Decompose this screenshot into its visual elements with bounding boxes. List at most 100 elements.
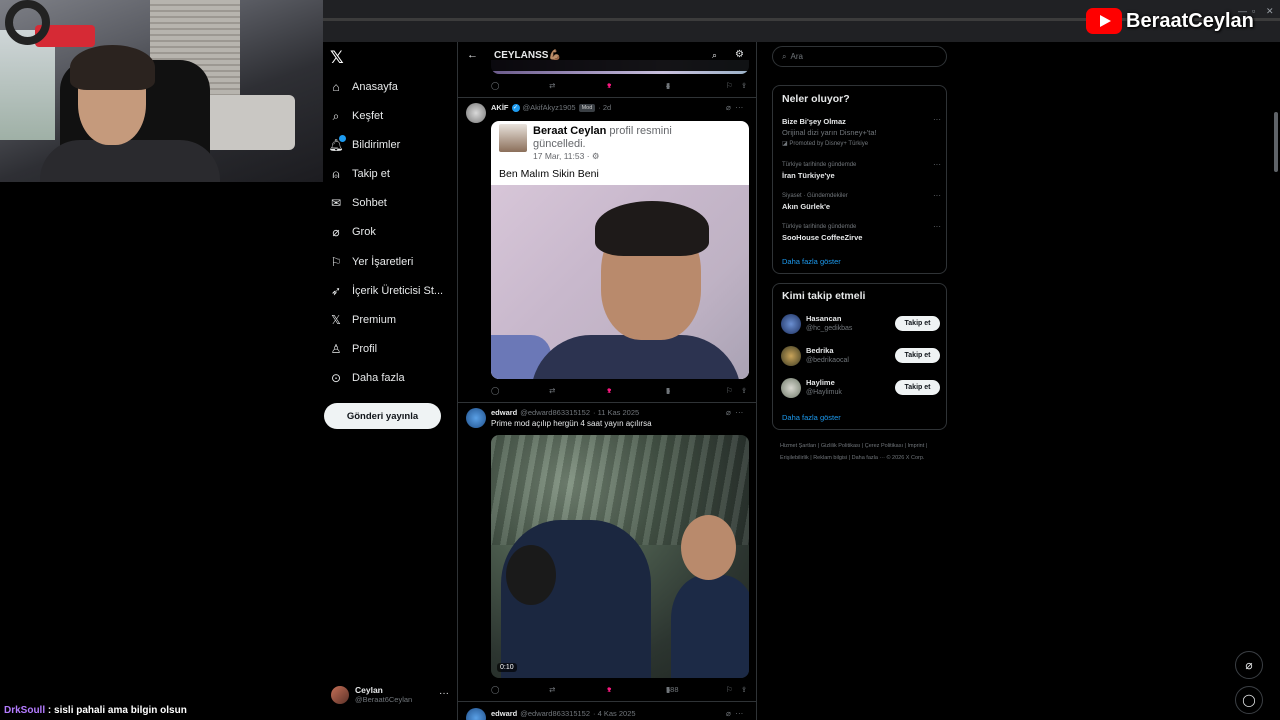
trends-panel: Neler oluyor? Bize Bi'şey Olmaz Orijinal… <box>772 85 947 274</box>
grok-icon: ⌀ <box>332 225 340 239</box>
x-logo-icon[interactable]: 𝕏 <box>330 48 344 68</box>
suggested-user-handle[interactable]: @hc_gedikbas <box>806 325 852 332</box>
avatar[interactable] <box>781 346 801 366</box>
retweet-icon[interactable]: ⇄ <box>549 386 555 395</box>
bookmark-icon[interactable]: ⚐ <box>726 685 733 694</box>
follow-button[interactable]: Takip et <box>895 316 940 331</box>
tweet-time[interactable]: · 11 Kas 2025 <box>593 408 639 417</box>
more-dots-icon[interactable]: ··· <box>735 408 743 417</box>
sidebar-item-home[interactable]: ⌂ Anasayfa <box>329 76 398 98</box>
trend-title[interactable]: SooHouse CoffeeZirve <box>782 233 862 242</box>
bookmark-icon[interactable]: ⚐ <box>726 81 733 90</box>
back-arrow-icon[interactable]: ← <box>467 49 478 61</box>
quoted-image[interactable]: Beraat Ceylan profil resmini güncelledi.… <box>491 121 749 379</box>
search-input[interactable]: ⌕ Ara <box>772 46 947 67</box>
more-dots-icon[interactable]: ··· <box>933 222 941 231</box>
sidebar-item-creator-studio[interactable]: ➶ İçerik Üreticisi St... <box>329 280 443 302</box>
webcam-overlay <box>0 0 323 182</box>
avatar[interactable] <box>781 378 801 398</box>
sidebar-item-bookmarks[interactable]: ⚐ Yer İşaretleri <box>329 251 414 273</box>
more-dots-icon[interactable]: ··· <box>439 688 449 699</box>
sidebar-item-grok[interactable]: ⌀ Grok <box>329 221 375 243</box>
search-icon[interactable]: ⌕ <box>712 50 717 61</box>
grok-fab[interactable]: ⌀ <box>1235 651 1263 679</box>
quoted-avatar <box>499 124 527 152</box>
share-icon[interactable]: ⇪ <box>741 386 747 395</box>
suggested-user-name[interactable]: Bedrika <box>806 346 834 355</box>
grok-icon[interactable]: ⌀ <box>726 103 731 112</box>
sidebar-item-premium[interactable]: 𝕏 Premium <box>329 309 396 331</box>
account-switcher[interactable]: Ceylan @Beraat6Ceylan <box>331 685 412 704</box>
trend-title[interactable]: Bize Bi'şey Olmaz <box>782 117 846 126</box>
grok-icon[interactable]: ⌀ <box>726 408 731 417</box>
more-dots-icon[interactable]: ··· <box>735 103 743 112</box>
stream-chat-message: DrkSoull : sisli pahali ama bilgin olsun <box>4 705 187 716</box>
suggested-user-name[interactable]: Hasancan <box>806 314 841 323</box>
divider <box>458 402 756 403</box>
avatar[interactable] <box>466 408 486 428</box>
tweet-header: edward @edward863315152 · 4 Kas 2025 <box>491 709 636 718</box>
author-handle[interactable]: @AkifAkyz1905 <box>523 103 576 112</box>
bell-icon: 🔔︎ <box>328 135 346 152</box>
follow-button[interactable]: Takip et <box>895 348 940 363</box>
author-name[interactable]: AKİF <box>491 103 509 112</box>
sidebar-item-label: Premium <box>352 314 397 326</box>
author-handle[interactable]: @edward863315152 <box>520 408 590 417</box>
author-name[interactable]: edward <box>491 408 517 417</box>
account-name: Ceylan <box>355 685 383 695</box>
avatar <box>331 685 349 704</box>
post-button[interactable]: Gönderi yayınla <box>324 403 441 429</box>
author-handle[interactable]: @edward863315152 <box>520 709 590 718</box>
photo-hair <box>595 201 709 256</box>
more-dots-icon[interactable]: ··· <box>933 115 941 124</box>
share-icon[interactable]: ⇪ <box>741 81 747 90</box>
sidebar-item-follow[interactable]: ⍝ Takip et <box>329 163 390 185</box>
avatar[interactable] <box>781 314 801 334</box>
trend-title[interactable]: İran Türkiye'ye <box>782 171 835 180</box>
messages-fab[interactable]: ◯ <box>1235 686 1263 714</box>
suggested-user-name[interactable]: Haylime <box>806 378 835 387</box>
share-icon[interactable]: ⇪ <box>741 685 747 694</box>
quoted-name: Beraat Ceylan <box>533 125 607 137</box>
more-dots-icon[interactable]: ··· <box>933 160 941 169</box>
avatar[interactable] <box>466 708 486 720</box>
gear-icon[interactable]: ⚙ <box>735 49 744 60</box>
retweet-icon[interactable]: ⇄ <box>549 685 555 694</box>
suggested-user-handle[interactable]: @bedrikaocal <box>806 357 849 364</box>
avatar[interactable] <box>466 103 486 123</box>
sidebar-item-notifications[interactable]: 🔔︎ Bildirimler <box>328 134 400 156</box>
retweet-icon[interactable]: ⇄ <box>549 81 555 90</box>
tweet-menu[interactable]: ⌀ ··· <box>726 408 743 417</box>
sidebar-item-profile[interactable]: ♙ Profil <box>329 338 377 360</box>
tweet-menu[interactable]: ⌀ ··· <box>726 709 743 718</box>
sidebar-item-label: Takip et <box>352 168 390 180</box>
trends-show-more-link[interactable]: Daha fazla göster <box>782 257 841 266</box>
bookmark-icon[interactable]: ⚐ <box>726 386 733 395</box>
author-name[interactable]: edward <box>491 709 517 718</box>
sidebar-item-chat[interactable]: ✉ Sohbet <box>329 192 387 214</box>
scrollbar-thumb[interactable] <box>1274 112 1278 172</box>
page-scrollbar[interactable] <box>1272 42 1280 720</box>
more-dots-icon[interactable]: ··· <box>735 709 743 718</box>
trend-subtitle: Orijinal dizi yarın Disney+'ta! <box>782 128 877 137</box>
tweet-video[interactable]: 0:10 <box>491 435 749 678</box>
who-show-more-link[interactable]: Daha fazla göster <box>782 413 841 422</box>
search-placeholder: Ara <box>790 52 803 61</box>
verified-icon: ✓ <box>511 103 520 112</box>
close-icon[interactable]: ✕ <box>1266 6 1274 17</box>
reply-icon[interactable]: ◯ <box>491 81 499 90</box>
suggested-user-handle[interactable]: @Haylimuk <box>806 389 842 396</box>
more-dots-icon[interactable]: ··· <box>933 191 941 200</box>
sidebar-item-explore[interactable]: ⌕ Keşfet <box>329 105 384 127</box>
sidebar-item-more[interactable]: ⊙ Daha fazla <box>329 367 405 389</box>
tweet-menu[interactable]: ⌀ ··· <box>726 103 743 112</box>
grok-icon[interactable]: ⌀ <box>726 709 731 718</box>
tweet-time[interactable]: · 2d <box>598 103 611 112</box>
footer-links[interactable]: Hizmet Şartları | Gizlilik Politikası | … <box>780 440 950 464</box>
follow-button[interactable]: Takip et <box>895 380 940 395</box>
reply-icon[interactable]: ◯ <box>491 386 499 395</box>
reply-icon[interactable]: ◯ <box>491 685 499 694</box>
tweet-time[interactable]: · 4 Kas 2025 <box>593 709 636 718</box>
trend-title[interactable]: Akın Gürlek'e <box>782 202 830 211</box>
quoted-text: Ben Malım Sikin Beni <box>499 168 599 180</box>
